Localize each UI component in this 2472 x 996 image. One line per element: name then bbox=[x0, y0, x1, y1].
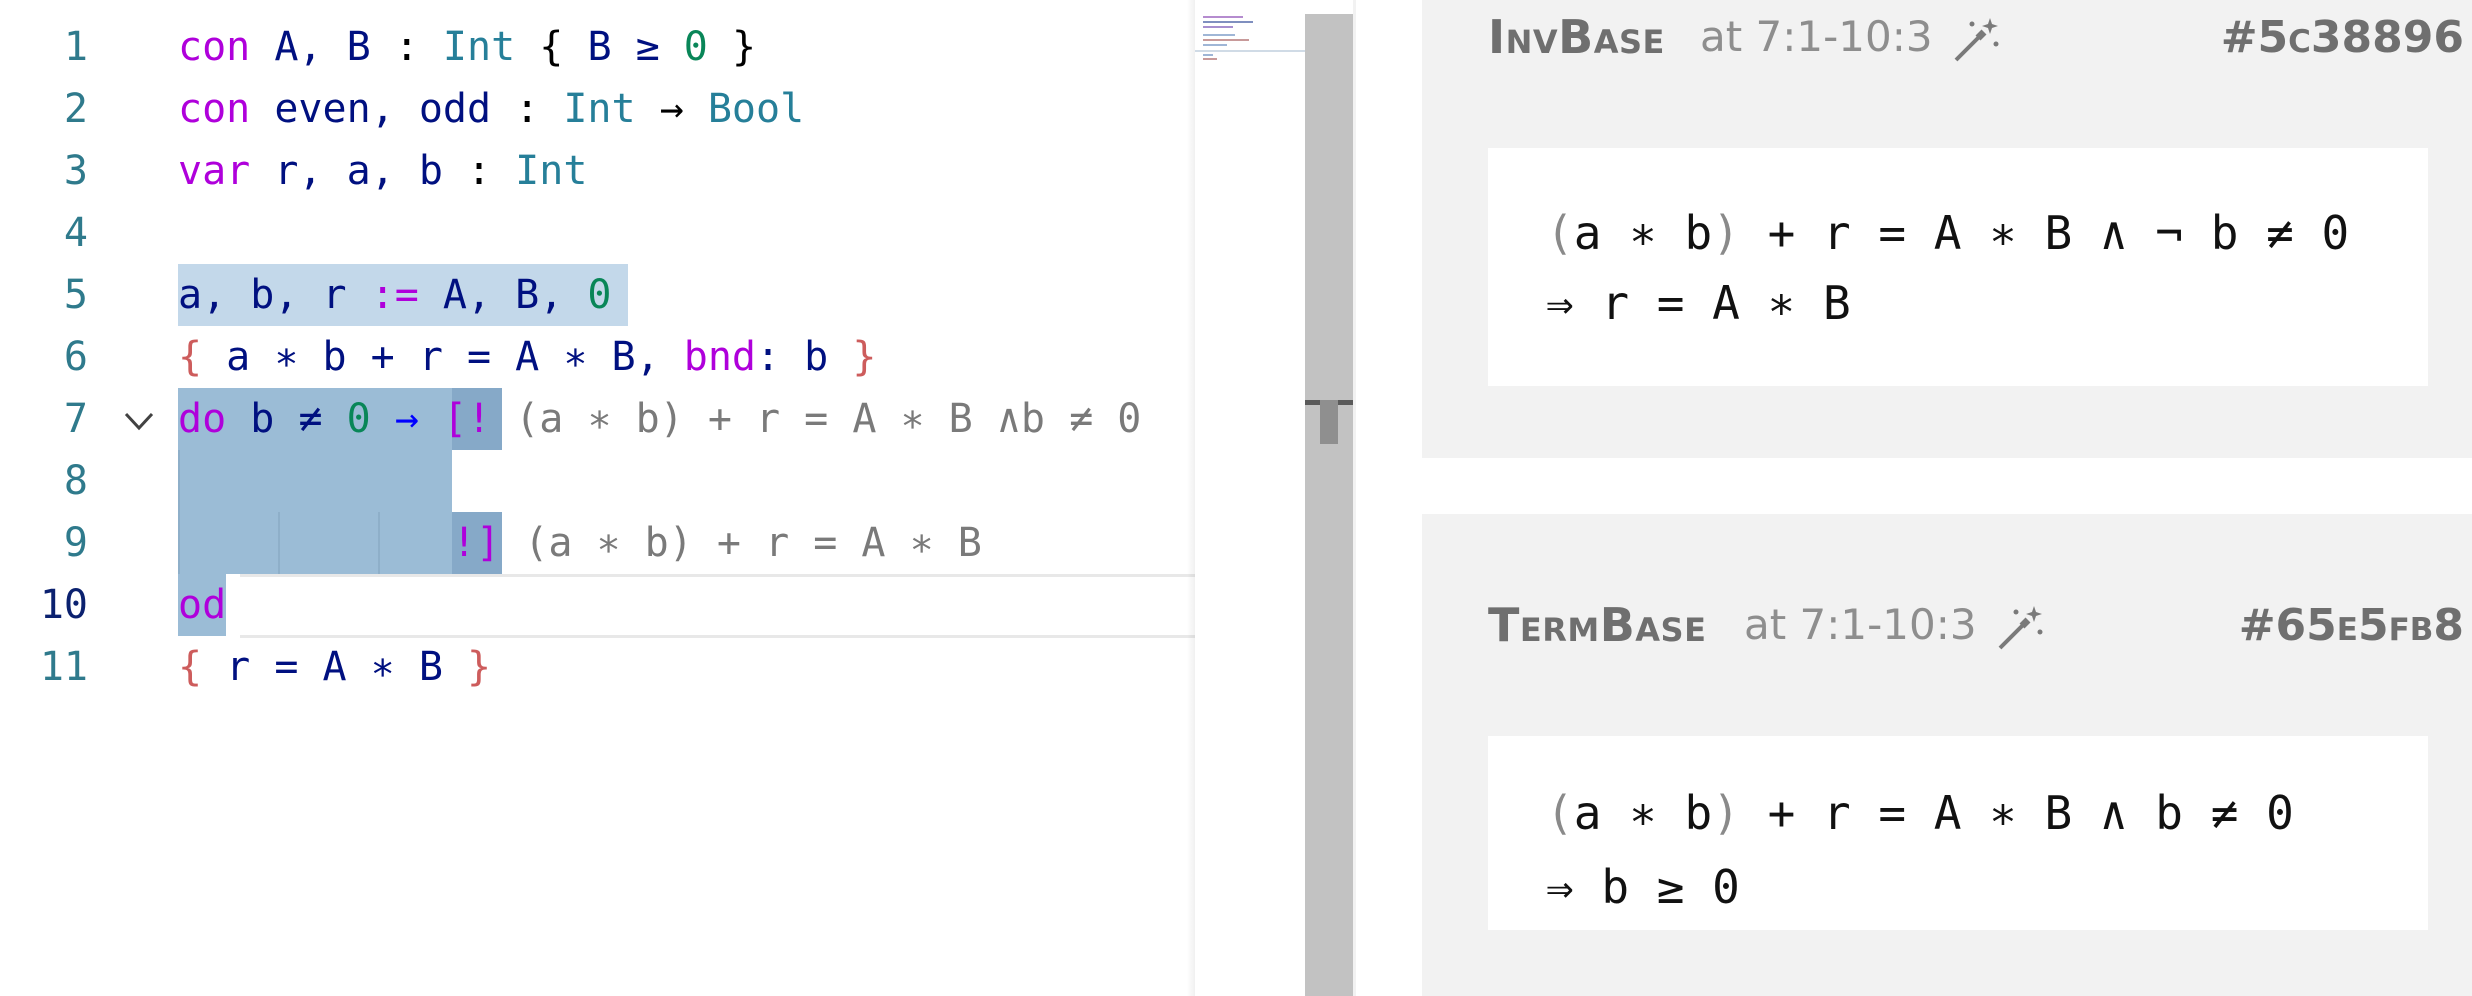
vertical-scrollbar[interactable] bbox=[1305, 14, 1353, 996]
minimap-viewport bbox=[1195, 50, 1305, 52]
obligation-location[interactable]: at 7:1-10:3 bbox=[1700, 12, 1933, 61]
line-number: 6 bbox=[63, 334, 88, 380]
code-line[interactable]: 11 { r = A ∗ B } bbox=[0, 636, 1195, 698]
obligation-title: InvBase bbox=[1488, 10, 1665, 64]
line-number: 10 bbox=[39, 582, 88, 628]
formula-line: (a ∗ b) + r = A ∗ B ∧ ¬ b ≠ 0 bbox=[1546, 206, 2350, 260]
obligation-title: TermBase bbox=[1488, 598, 1707, 652]
inline-hint: (a ∗ b) + r = A ∗ B bbox=[500, 520, 982, 566]
line-number: 8 bbox=[63, 458, 88, 504]
code-text[interactable]: { r = A ∗ B } bbox=[178, 636, 491, 698]
code-text[interactable]: a, b, r := A, B, 0 bbox=[178, 264, 612, 326]
formula-line: (a ∗ b) + r = A ∗ B ∧ b ≠ 0 bbox=[1546, 786, 2294, 840]
formula-line: ⇒ r = A ∗ B bbox=[1546, 276, 1851, 330]
card-header: TermBase at 7:1-10:3 #65e5fb8 bbox=[1422, 514, 2472, 652]
obligation-formula: (a ∗ b) + r = A ∗ B ∧ b ≠ 0 ⇒ b ≥ 0 bbox=[1488, 736, 2428, 930]
proof-obligations-panel: InvBase at 7:1-10:3 #5c38896 (a ∗ b) + r… bbox=[1356, 0, 2472, 996]
code-text[interactable]: od bbox=[178, 574, 226, 636]
card-header: InvBase at 7:1-10:3 #5c38896 bbox=[1422, 0, 2472, 80]
minimap-shadow bbox=[1187, 0, 1195, 996]
magic-wand-icon[interactable] bbox=[1950, 14, 2002, 66]
code-line[interactable]: 2 con even, odd : Int → Bool bbox=[0, 78, 1195, 140]
obligation-formula: (a ∗ b) + r = A ∗ B ∧ ¬ b ≠ 0 ⇒ r = A ∗ … bbox=[1488, 148, 2428, 386]
obligation-hash: #65e5fb8 bbox=[2238, 600, 2464, 651]
line-number: 2 bbox=[63, 86, 88, 132]
line-number: 11 bbox=[39, 644, 88, 690]
code-line[interactable]: 1 con A, B : Int { B ≥ 0 } bbox=[0, 16, 1195, 78]
minimap-lines bbox=[1203, 16, 1253, 60]
obligation-location[interactable]: at 7:1-10:3 bbox=[1744, 600, 1977, 649]
code-editor[interactable]: 1 con A, B : Int { B ≥ 0 } 2 con even, o… bbox=[0, 0, 1195, 996]
code-line[interactable]: 10 od bbox=[0, 574, 1195, 636]
code-line[interactable]: 3 var r, a, b : Int bbox=[0, 140, 1195, 202]
code-line[interactable]: 4 bbox=[0, 202, 1195, 264]
scrollbar-thumb[interactable] bbox=[1320, 400, 1338, 444]
code-text[interactable]: con A, B : Int { B ≥ 0 } bbox=[178, 16, 756, 78]
line-number: 3 bbox=[63, 148, 88, 194]
code-line[interactable]: 9 !] (a ∗ b) + r = A ∗ B bbox=[0, 512, 1195, 574]
code-text[interactable]: { a ∗ b + r = A ∗ B, bnd: b } bbox=[178, 326, 876, 388]
fold-chevron-icon[interactable] bbox=[122, 404, 156, 438]
code-text[interactable]: !] (a ∗ b) + r = A ∗ B bbox=[452, 512, 982, 574]
code-line[interactable]: 5 a, b, r := A, B, 0 bbox=[0, 264, 1195, 326]
inline-hint: (a ∗ b) + r = A ∗ B ∧b ≠ 0 bbox=[491, 396, 1142, 442]
code-text[interactable]: do b ≠ 0 → [! (a ∗ b) + r = A ∗ B ∧b ≠ 0 bbox=[178, 388, 1141, 450]
line-number: 1 bbox=[63, 24, 88, 70]
line-number: 5 bbox=[63, 272, 88, 318]
formula-line: ⇒ b ≥ 0 bbox=[1546, 860, 1740, 914]
code-line[interactable]: 8 bbox=[0, 450, 1195, 512]
line-number: 9 bbox=[63, 520, 88, 566]
minimap[interactable] bbox=[1195, 14, 1305, 996]
code-line[interactable]: 6 { a ∗ b + r = A ∗ B, bnd: b } bbox=[0, 326, 1195, 388]
obligation-hash: #5c38896 bbox=[2220, 12, 2464, 63]
line-number: 4 bbox=[63, 210, 88, 256]
code-text[interactable]: var r, a, b : Int bbox=[178, 140, 587, 202]
obligation-card-termbase: TermBase at 7:1-10:3 #65e5fb8 (a ∗ b) + … bbox=[1422, 514, 2472, 996]
code-text[interactable]: con even, odd : Int → Bool bbox=[178, 78, 804, 140]
line-number: 7 bbox=[63, 396, 88, 442]
code-line[interactable]: 7 do b ≠ 0 → [! (a ∗ b) + r = A ∗ B ∧b ≠… bbox=[0, 388, 1195, 450]
magic-wand-icon[interactable] bbox=[1994, 602, 2046, 654]
obligation-card-invbase: InvBase at 7:1-10:3 #5c38896 (a ∗ b) + r… bbox=[1422, 0, 2472, 458]
